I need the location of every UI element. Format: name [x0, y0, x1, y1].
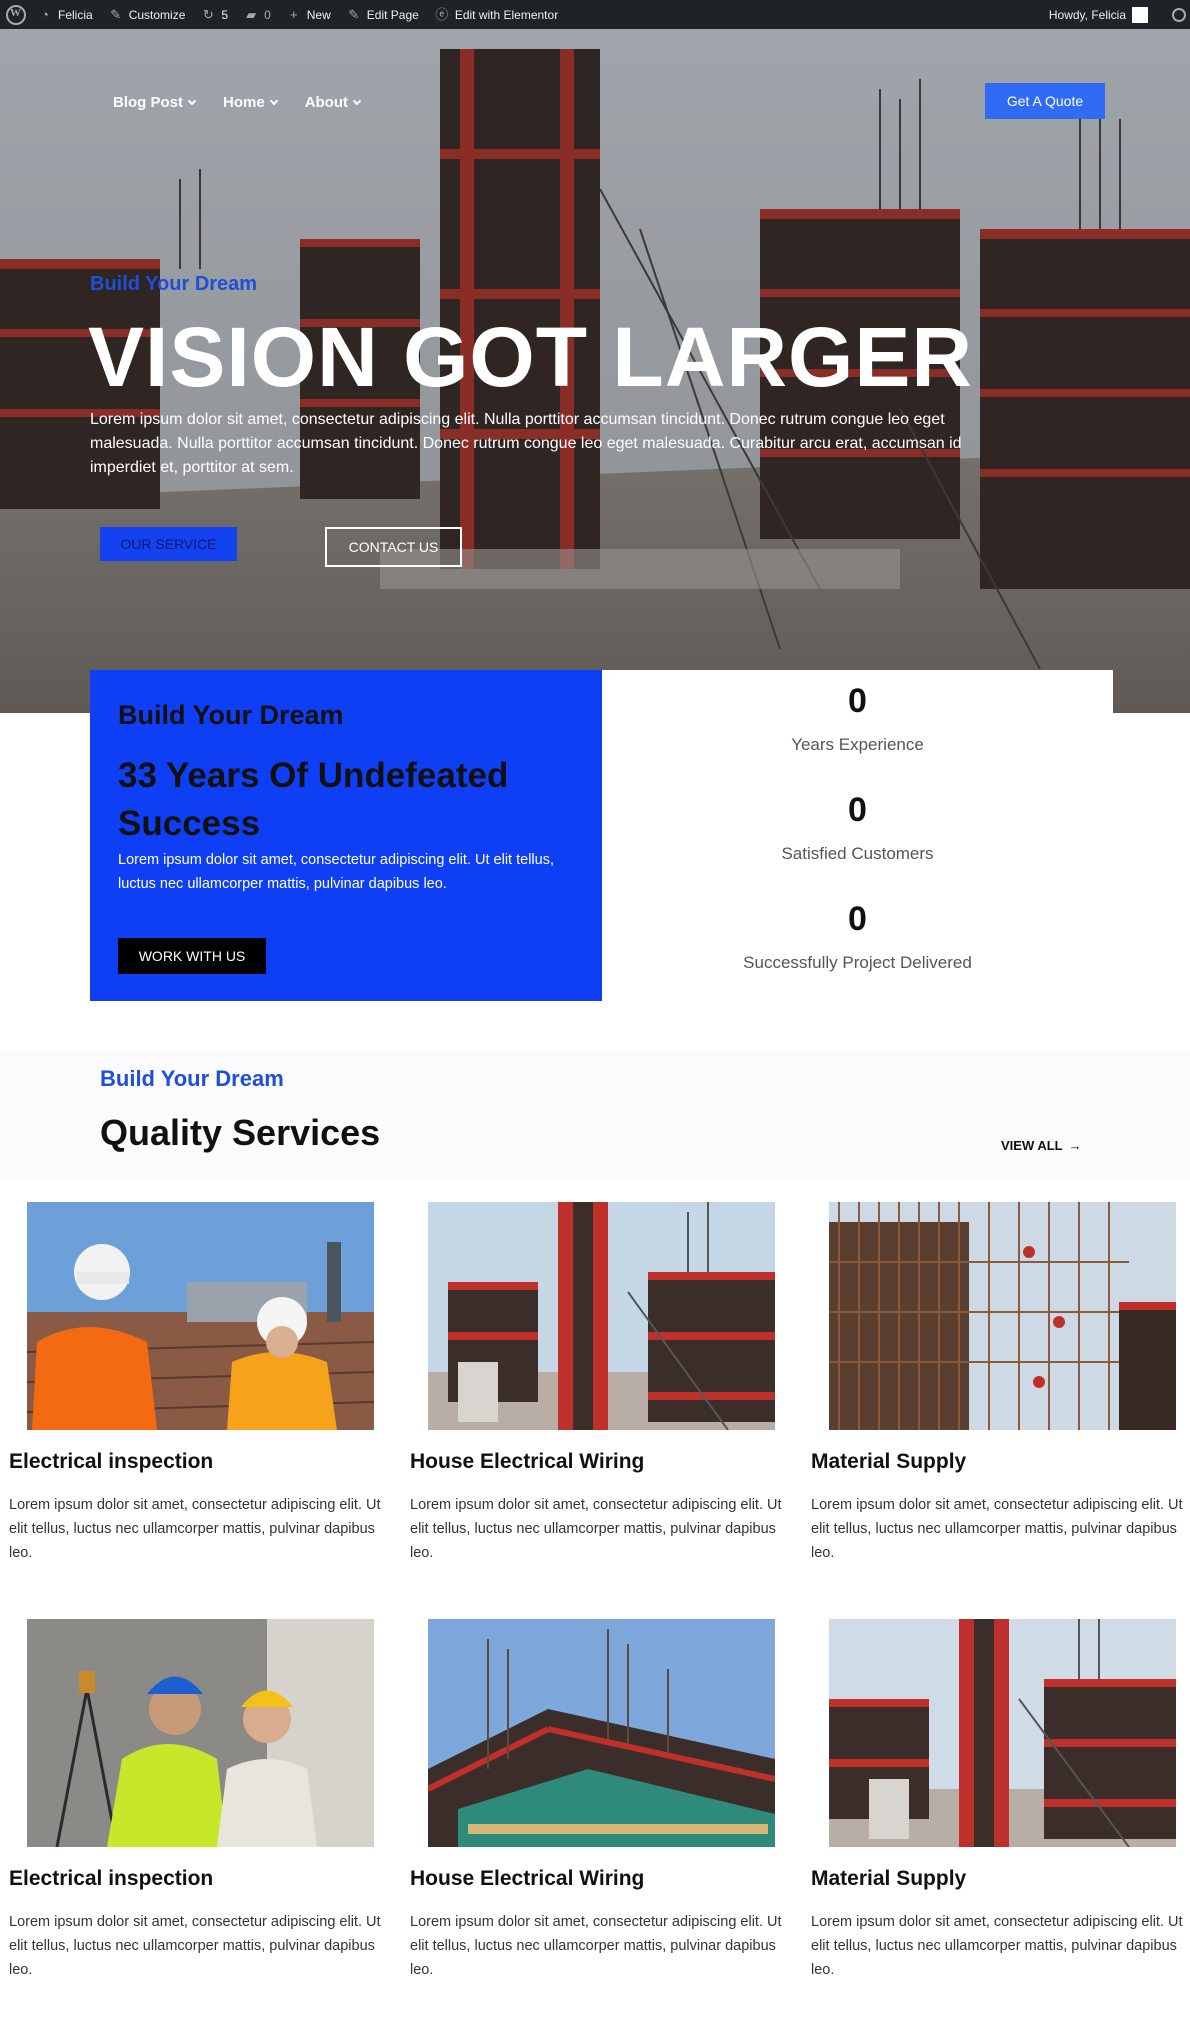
- search-icon[interactable]: [1172, 7, 1186, 22]
- service-card-text: Lorem ipsum dolor sit amet, consectetur …: [410, 1497, 782, 1561]
- chevron-down-icon: [269, 96, 278, 105]
- about-description: Lorem ipsum dolor sit amet, consectetur …: [118, 852, 554, 892]
- hero-title: VISION GOT LARGER: [88, 310, 974, 404]
- scaffolding-photo-icon: [428, 1619, 775, 1847]
- admin-updates[interactable]: ↻ 5: [193, 0, 236, 29]
- admin-customize[interactable]: ✎ Customize: [101, 0, 194, 29]
- service-image-engineers[interactable]: [27, 1202, 374, 1430]
- refresh-icon: ↻: [202, 6, 214, 22]
- stat-years-experience: 0 Years Experience: [602, 682, 1113, 755]
- service-card-text: Lorem ipsum dolor sit amet, consectetur …: [811, 1497, 1183, 1561]
- service-image-rebar[interactable]: [829, 1202, 1176, 1430]
- service-image-workers[interactable]: [27, 1619, 374, 1847]
- arrow-right-icon: →: [1068, 1138, 1082, 1153]
- pencil-icon: ✎: [348, 6, 360, 22]
- hero-eyebrow: Build Your Dream: [90, 273, 258, 295]
- our-service-button[interactable]: OUR SERVICE: [100, 527, 237, 561]
- chevron-down-icon: [352, 96, 362, 105]
- about-eyebrow: Build Your Dream: [118, 700, 344, 730]
- service-card-text: Lorem ipsum dolor sit amet, consectetur …: [410, 1914, 782, 1978]
- stats-panel: 0 Years Experience 0 Satisfied Customers…: [602, 670, 1113, 1001]
- stat-value: 0: [848, 791, 867, 829]
- admin-comments[interactable]: ▰ 0: [236, 0, 279, 29]
- view-all-link[interactable]: VIEW ALL →: [1001, 1138, 1082, 1153]
- workers-photo-icon: [27, 1619, 374, 1847]
- service-image-formwork[interactable]: [428, 1202, 775, 1430]
- admin-comments-count: 0: [264, 7, 271, 22]
- service-card-title[interactable]: Electrical inspection: [9, 1450, 213, 1474]
- admin-customize-label: Customize: [128, 7, 186, 22]
- comment-icon: ▰: [246, 6, 257, 22]
- stat-value: 0: [848, 682, 867, 720]
- service-image-formwork-2[interactable]: [829, 1619, 1176, 1847]
- formwork-photo-icon: [829, 1619, 1176, 1847]
- avatar: [1132, 6, 1148, 23]
- dashboard-icon: ◔: [41, 6, 49, 22]
- engineers-photo-icon: [27, 1202, 374, 1430]
- elementor-icon: ⓔ: [435, 6, 449, 22]
- view-all-label: VIEW ALL: [1001, 1138, 1063, 1153]
- admin-edit-elementor-label: Edit with Elementor: [454, 7, 559, 22]
- service-card-text: Lorem ipsum dolor sit amet, consectetur …: [9, 1914, 381, 1978]
- services-eyebrow: Build Your Dream: [100, 1066, 284, 1091]
- service-card-text: Lorem ipsum dolor sit amet, consectetur …: [811, 1914, 1183, 1978]
- about-title: 33 Years Of Undefeated Success: [118, 756, 509, 843]
- services-title: Quality Services: [100, 1112, 381, 1153]
- admin-new-label: New: [306, 7, 331, 22]
- admin-updates-count: 5: [221, 7, 229, 22]
- nav-item-home[interactable]: Home: [223, 94, 278, 111]
- hero-description: Lorem ipsum dolor sit amet, consectetur …: [90, 411, 962, 476]
- nav-item-about[interactable]: About: [304, 94, 362, 111]
- service-card-title[interactable]: House Electrical Wiring: [410, 1450, 644, 1474]
- contact-us-button[interactable]: CONTACT US: [325, 527, 462, 567]
- service-card-title[interactable]: Material Supply: [811, 1867, 966, 1891]
- service-card-title[interactable]: House Electrical Wiring: [410, 1867, 644, 1891]
- main-nav: Blog Post Home About: [113, 94, 362, 111]
- admin-edit-page-label: Edit Page: [366, 7, 419, 22]
- stat-satisfied-customers: 0 Satisfied Customers: [602, 791, 1113, 864]
- admin-greeting: Howdy, Felicia: [1048, 7, 1126, 22]
- about-panel: Build Your Dream 33 Years Of Undefeated …: [90, 670, 602, 1001]
- hero-section: Blog Post Home About Get A Quote Build Y…: [0, 29, 1190, 713]
- stat-label: Years Experience: [791, 735, 924, 754]
- admin-site-name-label: Felicia: [58, 7, 93, 22]
- service-card-text: Lorem ipsum dolor sit amet, consectetur …: [9, 1497, 381, 1561]
- chevron-down-icon: [187, 96, 197, 105]
- service-image-scaffolding[interactable]: [428, 1619, 775, 1847]
- formwork-photo-icon: [428, 1202, 775, 1430]
- stat-value: 0: [848, 900, 867, 938]
- service-card-title[interactable]: Electrical inspection: [9, 1867, 213, 1891]
- admin-new[interactable]: + New: [279, 0, 339, 29]
- get-a-quote-button[interactable]: Get A Quote: [985, 83, 1105, 119]
- brush-icon: ✎: [110, 6, 122, 22]
- admin-account[interactable]: Howdy, Felicia: [1041, 0, 1156, 29]
- stat-label: Satisfied Customers: [781, 844, 934, 863]
- nav-item-label: About: [304, 94, 349, 111]
- admin-bar: ◔Felicia ✎Customize ↻5 ▰0 +New ✎Edit Pag…: [0, 0, 1190, 29]
- nav-item-label: Home: [223, 94, 265, 111]
- plus-icon: +: [289, 6, 298, 22]
- wordpress-logo-icon[interactable]: [6, 4, 26, 25]
- nav-item-blog-post[interactable]: Blog Post: [113, 94, 197, 111]
- work-with-us-button[interactable]: WORK WITH US: [118, 938, 266, 974]
- rebar-photo-icon: [829, 1202, 1176, 1430]
- stat-projects-delivered: 0 Successfully Project Delivered: [602, 900, 1113, 973]
- nav-item-label: Blog Post: [113, 94, 183, 111]
- admin-edit-page[interactable]: ✎ Edit Page: [339, 0, 427, 29]
- service-card-title[interactable]: Material Supply: [811, 1450, 966, 1474]
- stat-label: Successfully Project Delivered: [743, 953, 972, 972]
- admin-site-name[interactable]: ◔ Felicia: [30, 0, 101, 29]
- admin-edit-elementor[interactable]: ⓔ Edit with Elementor: [427, 0, 566, 29]
